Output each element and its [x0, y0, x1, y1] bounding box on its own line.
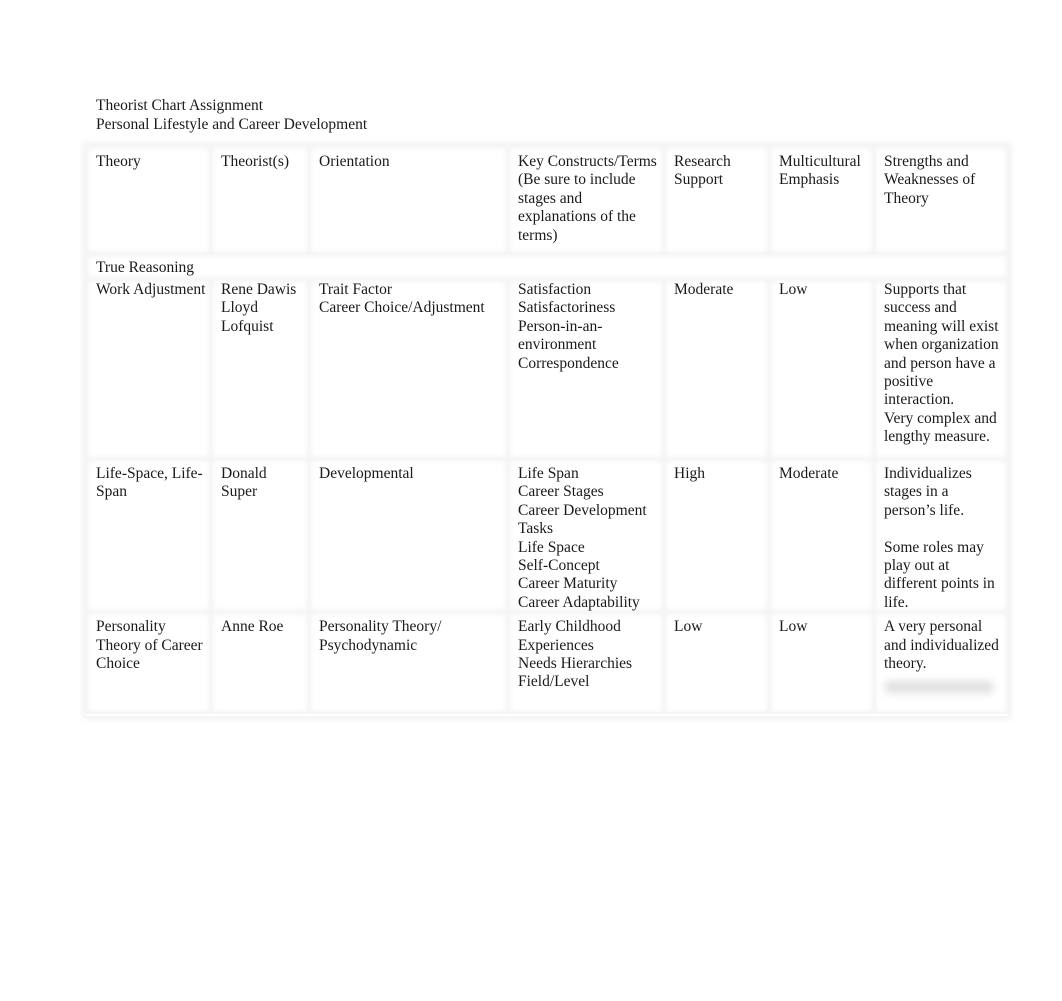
document-subtitle: Personal Lifestyle and Career Developmen… — [96, 116, 368, 133]
cell-theorists: Rene Dawis Lloyd Lofquist — [211, 279, 309, 459]
cell-strengths-weaknesses: Individualizes stages in a person’s life… — [874, 459, 1008, 612]
cell-research-support: High — [664, 459, 769, 612]
cell-key-constructs: Life Span Career Stages Career Developme… — [508, 459, 664, 612]
cell-multicultural-emphasis: Moderate — [769, 459, 874, 612]
cell-orientation: Personality Theory/ Psychodynamic — [309, 612, 508, 714]
cell-research-support: Low — [664, 612, 769, 714]
cell-key-constructs: Satisfaction Satisfactoriness Person-in-… — [508, 279, 664, 459]
document-title: Theorist Chart Assignment — [96, 97, 264, 114]
header-theory: Theory — [86, 146, 211, 254]
cell-orientation: Developmental — [309, 459, 508, 612]
cell-key-constructs: Early Childhood Experiences Needs Hierar… — [508, 612, 664, 714]
blurred-hidden-text — [884, 681, 994, 694]
table-row: Work Adjustment Rene Dawis Lloyd Lofquis… — [86, 279, 1008, 459]
strengths-weaknesses-text: A very personal and individualized theor… — [884, 618, 999, 673]
cell-theory: Life-Space, Life-Span — [86, 459, 211, 612]
cell-research-support: Moderate — [664, 279, 769, 459]
theorist-table: Theory Theorist(s) Orientation Key Const… — [86, 146, 1008, 714]
header-theorists: Theorist(s) — [211, 146, 309, 254]
cell-strengths-weaknesses: A very personal and individualized theor… — [874, 612, 1008, 714]
theorist-table-container: Theory Theorist(s) Orientation Key Const… — [86, 146, 1008, 716]
cell-theory: Personality Theory of Career Choice — [86, 612, 211, 714]
header-research-support: Research Support — [664, 146, 769, 254]
cell-orientation: Trait Factor Career Choice/Adjustment — [309, 279, 508, 459]
table-header-row: Theory Theorist(s) Orientation Key Const… — [86, 146, 1008, 254]
cell-theory: Work Adjustment — [86, 279, 211, 459]
table-row: Personality Theory of Career Choice Anne… — [86, 612, 1008, 714]
header-strengths-weaknesses: Strengths and Weaknesses of Theory — [874, 146, 1008, 254]
cell-theorists: Anne Roe — [211, 612, 309, 714]
document-heading: Theorist Chart Assignment Personal Lifes… — [96, 96, 367, 134]
table-row: Life-Space, Life-Span Donald Super Devel… — [86, 459, 1008, 612]
header-key-constructs: Key Constructs/Terms (Be sure to include… — [508, 146, 664, 254]
section-label: True Reasoning — [86, 254, 1008, 279]
cell-multicultural-emphasis: Low — [769, 612, 874, 714]
cell-theorists: Donald Super — [211, 459, 309, 612]
header-multicultural-emphasis: Multicultural Emphasis — [769, 146, 874, 254]
header-orientation: Orientation — [309, 146, 508, 254]
section-row: True Reasoning — [86, 254, 1008, 279]
cell-strengths-weaknesses: Supports that success and meaning will e… — [874, 279, 1008, 459]
cell-multicultural-emphasis: Low — [769, 279, 874, 459]
